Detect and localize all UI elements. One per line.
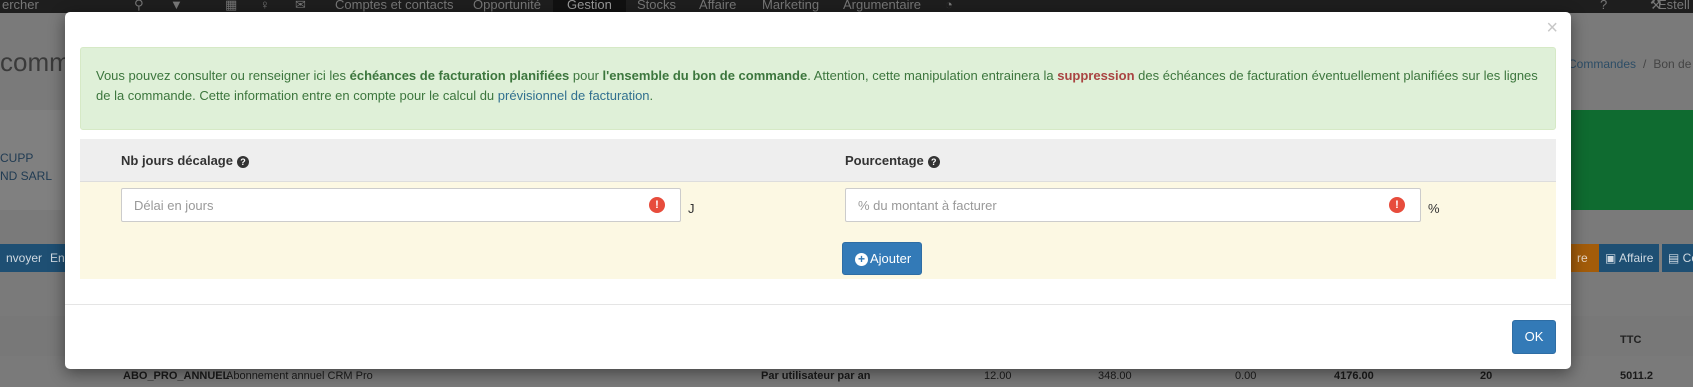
percent-field[interactable]: !	[845, 188, 1421, 222]
row-price: 348.00	[1098, 370, 1132, 382]
nav-item-marketing[interactable]: Marketing	[762, 0, 819, 12]
help-icon[interactable]: ?	[236, 156, 249, 168]
schedule-table-header: Nb jours décalage? Pourcentage?	[80, 139, 1556, 182]
ttc-column-header: TTC	[1620, 334, 1642, 346]
user-menu[interactable]: Estell	[1658, 0, 1690, 12]
send-button[interactable]: nvoyer	[0, 244, 49, 272]
forecast-link[interactable]: prévisionnel de facturation	[498, 88, 650, 103]
row-unit: Par utilisateur par an	[761, 370, 871, 382]
plus-circle-icon: +	[855, 253, 868, 266]
help-icon[interactable]: ?	[1600, 0, 1607, 12]
days-field[interactable]: !	[121, 188, 681, 222]
row-qty: 12.00	[984, 370, 1012, 382]
help-icon[interactable]: ?	[927, 156, 940, 168]
nav-item-affaire[interactable]: Affaire	[699, 0, 736, 12]
row-code: ABO_PRO_ANNUEL	[123, 370, 230, 382]
alert-bold-schedules: échéances de facturation planifiées	[349, 68, 570, 83]
days-unit: J	[688, 201, 695, 216]
affaire-button[interactable]: ▣ Affaire	[1599, 244, 1659, 272]
column-percentage: Pourcentage?	[845, 153, 940, 168]
ok-button[interactable]: OK	[1512, 320, 1556, 354]
row-total-ht: 4176.00	[1334, 370, 1374, 382]
error-icon: !	[1389, 197, 1405, 213]
nav-item-opportunite[interactable]: Opportunité	[473, 0, 541, 12]
add-button[interactable]: + Ajouter	[842, 242, 923, 275]
billing-schedule-modal: × Vous pouvez consulter ou renseigner ic…	[65, 12, 1571, 369]
briefcase-icon: ▣	[1605, 251, 1620, 265]
modal-footer-divider	[65, 304, 1571, 305]
close-icon[interactable]: ×	[1546, 18, 1558, 38]
error-icon: !	[649, 197, 665, 213]
percent-unit: %	[1428, 201, 1440, 216]
breadcrumb: Commandes/Bon de c	[1568, 57, 1693, 71]
row-description: Abonnement annuel CRM Pro	[226, 370, 373, 382]
breadcrumb-commandes[interactable]: Commandes	[1568, 57, 1636, 71]
percent-input[interactable]	[846, 189, 1363, 221]
info-alert: Vous pouvez consulter ou renseigner ici …	[80, 47, 1556, 130]
dashboard-icon[interactable]: ◔	[945, 0, 953, 12]
lightbulb-icon[interactable]: ♀	[260, 0, 270, 12]
nav-item-stocks[interactable]: Stocks	[637, 0, 676, 12]
copy-icon: ▤	[1668, 251, 1683, 265]
row-discount: 0.00	[1235, 370, 1257, 382]
client-name[interactable]: CUPP ND SARL	[0, 149, 52, 185]
logo-panel	[1568, 110, 1693, 210]
days-input[interactable]	[122, 189, 625, 221]
breadcrumb-current: Bon de c	[1653, 57, 1693, 71]
table-row: ABO_PRO_ANNUEL Abonnement annuel CRM Pro…	[0, 366, 1693, 387]
nav-item-comptes[interactable]: Comptes et contacts	[335, 0, 454, 12]
row-ttc: 5011.2	[1620, 370, 1654, 382]
filter-icon[interactable]: ▼	[170, 0, 183, 12]
nav-item-argumentaire[interactable]: Argumentaire	[843, 0, 921, 12]
search-input[interactable]: ercher	[2, 0, 39, 12]
action-button-co[interactable]: ▤ Co	[1662, 244, 1693, 272]
alert-bold-order: l'ensemble du bon de commande	[602, 68, 808, 83]
column-days-offset: Nb jours décalage?	[121, 153, 249, 168]
alert-danger-word: suppression	[1057, 68, 1135, 83]
action-button-orange[interactable]: re	[1571, 244, 1599, 272]
schedule-input-row: ! J ! % +Ajouter	[80, 182, 1556, 279]
row-vat: 20	[1480, 370, 1493, 382]
